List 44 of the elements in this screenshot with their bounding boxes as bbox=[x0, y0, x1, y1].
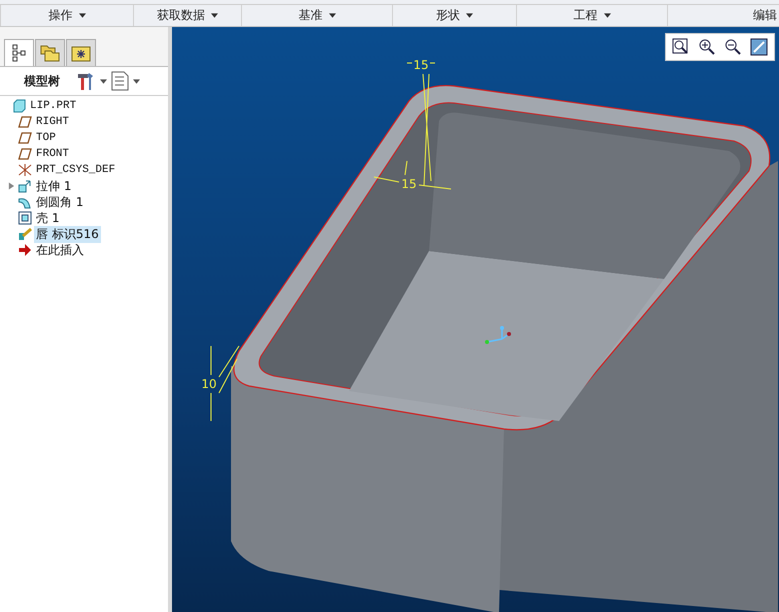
plane-icon bbox=[18, 131, 32, 145]
tools-icon[interactable] bbox=[76, 71, 96, 91]
shell-icon bbox=[18, 211, 32, 225]
folders-icon bbox=[40, 44, 60, 62]
tree-item[interactable]: RIGHT bbox=[34, 116, 72, 128]
caret-icon[interactable] bbox=[133, 78, 140, 84]
extrude-icon bbox=[18, 179, 32, 193]
model-tree-title: 模型树 bbox=[24, 72, 60, 90]
zoom-out-icon[interactable] bbox=[724, 38, 742, 56]
tree-item[interactable]: LIP.PRT bbox=[28, 100, 78, 112]
menu-item[interactable]: 工程 bbox=[516, 5, 667, 26]
menu-item[interactable]: 编辑 bbox=[667, 5, 779, 26]
tree-icon bbox=[12, 44, 26, 62]
navigator-tab[interactable] bbox=[66, 39, 96, 66]
part-icon bbox=[12, 99, 26, 113]
menu-item[interactable]: 操作 bbox=[0, 5, 133, 26]
caret-icon[interactable] bbox=[100, 78, 107, 84]
tree-item[interactable]: 拉伸 1 bbox=[34, 178, 74, 194]
tree-item[interactable]: 在此插入 bbox=[34, 242, 86, 258]
tree-item[interactable]: PRT_CSYS_DEF bbox=[34, 164, 118, 176]
list-settings-icon[interactable] bbox=[111, 71, 129, 91]
menu-item[interactable]: 基准 bbox=[241, 5, 392, 26]
tree-item[interactable]: FRONT bbox=[34, 148, 72, 160]
tree-item[interactable]: TOP bbox=[34, 132, 58, 144]
plane-icon bbox=[18, 147, 32, 161]
zoom-in-icon[interactable] bbox=[698, 38, 716, 56]
tree-item[interactable]: 倒圆角 1 bbox=[34, 194, 86, 210]
navigator-tab[interactable] bbox=[4, 39, 34, 66]
insert-arrow-icon bbox=[18, 243, 32, 257]
dimension-label[interactable]: 15 bbox=[413, 58, 429, 72]
menu-item[interactable]: 形状 bbox=[392, 5, 516, 26]
tree-item[interactable]: 壳 1 bbox=[34, 210, 62, 226]
zoom-fit-icon[interactable] bbox=[672, 38, 690, 56]
menu-item[interactable]: 获取数据 bbox=[133, 5, 241, 26]
coordinate-axes-icon bbox=[485, 326, 511, 344]
lip-feature-icon bbox=[18, 227, 32, 241]
tree-item[interactable]: 唇 标识516 bbox=[34, 226, 101, 242]
csys-icon bbox=[18, 163, 32, 177]
dimension-label[interactable]: 15 bbox=[401, 177, 417, 191]
repaint-icon[interactable] bbox=[750, 38, 768, 56]
expand-arrow-icon[interactable] bbox=[8, 182, 14, 190]
plane-icon bbox=[18, 115, 32, 129]
round-icon bbox=[18, 195, 32, 209]
dimension-label[interactable]: 10 bbox=[201, 377, 217, 391]
